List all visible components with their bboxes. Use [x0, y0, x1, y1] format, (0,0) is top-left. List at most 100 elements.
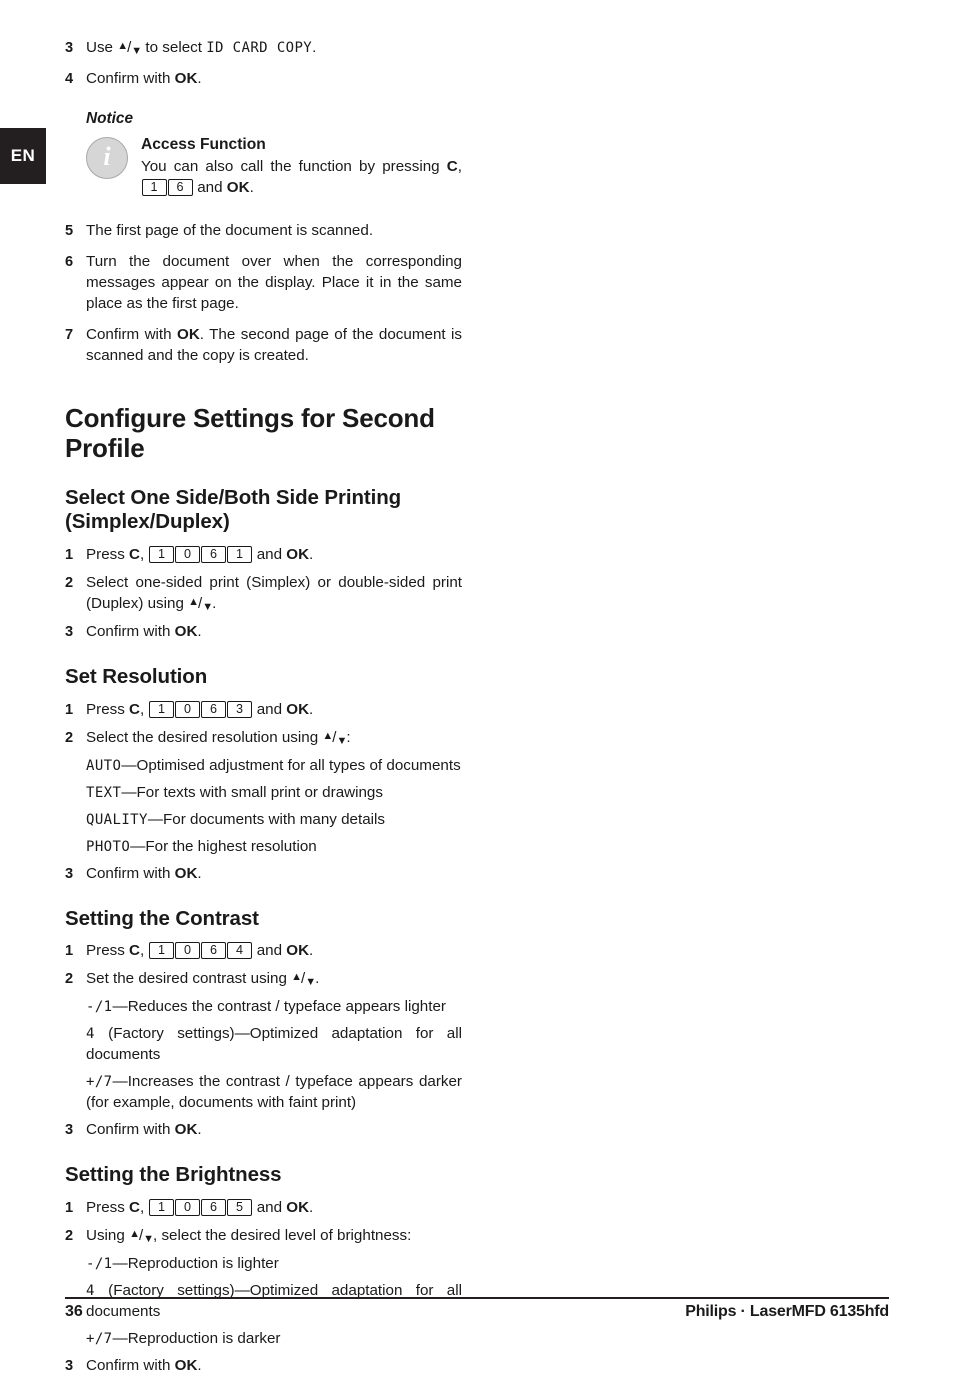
step-text: Press C, 1063 and OK. [86, 700, 314, 718]
option-dash: — [130, 837, 146, 855]
ok-key-label: OK [286, 942, 310, 960]
keycap-1: 1 [148, 1198, 174, 1216]
up-down-arrow-icon: ▲/▼ [291, 970, 316, 989]
section-heading-setting-brightness: Setting the Brightness [65, 1163, 282, 1187]
step-number: 3 [65, 1122, 74, 1139]
ok-key-label: OK [226, 179, 250, 197]
keycap-6: 6 [200, 1198, 226, 1216]
info-icon-glyph: i [103, 142, 111, 172]
ok-key-label: OK [286, 545, 310, 563]
option-dash: — [147, 810, 163, 828]
list-item: 7 Confirm with OK. The second page of th… [65, 325, 462, 367]
list-item: 1 Press C, 1064 and OK. [65, 941, 462, 962]
step-text-pre: Set the desired contrast using [86, 970, 292, 988]
option-dash: — [112, 1329, 128, 1347]
display-value: +/7 [86, 1330, 113, 1347]
option-description: For documents with many details [163, 810, 385, 828]
step-text-post: . [312, 39, 317, 56]
notice-comma: , [457, 158, 462, 176]
step-number: 3 [65, 40, 74, 56]
option-item: +/7—Reproduction is darker [86, 1329, 462, 1350]
list-item: 3 Use ▲/▼ to select ID CARD COPY. [65, 38, 462, 59]
step-text: Press C, 1061 and OK. [86, 545, 314, 563]
step-end: . [197, 623, 202, 640]
list-item: 2 Select the desired resolution using ▲/… [65, 728, 462, 749]
display-value: ID CARD COPY [206, 40, 313, 56]
section-heading-simplex-duplex: Select One Side/Both Side Printing (Simp… [65, 485, 402, 534]
option-dash: — [112, 998, 128, 1016]
list-item: 5 The first page of the document is scan… [65, 221, 462, 242]
keycap-0: 0 [174, 1198, 200, 1216]
step-text: Use ▲/▼ to select ID CARD COPY. [86, 38, 462, 59]
press-label: Press [86, 700, 130, 718]
footer: 36 Philips · LaserMFD 6135hfd [65, 1303, 889, 1321]
step-text: Confirm with OK. [86, 622, 462, 643]
keycap-1: 1 [141, 179, 167, 197]
step-number: 3 [65, 1357, 74, 1374]
section-heading-setting-contrast: Setting the Contrast [65, 906, 259, 930]
notice-block: Notice i Access Function You can also ca… [86, 110, 462, 199]
step-end: . [197, 1356, 202, 1374]
display-value: AUTO [86, 757, 122, 774]
ok-key-label: OK [174, 623, 198, 640]
up-down-arrow-icon: ▲/▼ [129, 1226, 154, 1245]
step-text-pre: Use [86, 39, 118, 56]
ok-key-label: OK [286, 700, 310, 718]
list-item: 1 Press C, 1061 and OK. [65, 545, 462, 566]
language-tab-label: EN [10, 146, 36, 165]
step-text-pre: Confirm with [86, 325, 177, 343]
option-description: Increases the contrast / typeface appear… [86, 1073, 462, 1112]
keycap-6: 6 [200, 700, 226, 718]
display-value: QUALITY [86, 811, 148, 828]
display-value: 4 [86, 1026, 95, 1043]
step-number: 2 [65, 729, 74, 746]
step-number: 1 [65, 943, 74, 960]
step-text-post: . [197, 70, 202, 88]
option-item: TEXT—For texts with small print or drawi… [86, 783, 462, 804]
page-number: 36 [65, 1303, 83, 1320]
confirm-label: Confirm with [86, 864, 175, 882]
footer-divider [65, 1297, 889, 1299]
step-text: Confirm with OK. [86, 1120, 462, 1141]
option-item: -/1—Reduces the contrast / typeface appe… [86, 997, 462, 1018]
display-value: -/1 [86, 1255, 113, 1272]
option-dash: — [112, 1073, 128, 1091]
list-item: 4 Confirm with OK. [65, 69, 462, 90]
list-item: 3 Confirm with OK. [65, 864, 462, 885]
step-number: 1 [65, 701, 74, 718]
option-mid: (Factory settings) [94, 1025, 235, 1043]
step-text: Using ▲/▼, select the desired level of b… [86, 1226, 462, 1247]
step-end: . [315, 970, 320, 988]
display-value: PHOTO [86, 838, 131, 855]
page-content: 3 Use ▲/▼ to select ID CARD COPY. 4 Conf… [65, 38, 462, 1384]
option-dash: — [112, 1254, 128, 1272]
option-description: For the highest resolution [145, 837, 317, 855]
option-description: Reproduction is darker [127, 1329, 281, 1347]
keycap-1: 1 [148, 942, 174, 960]
step-number: 1 [65, 1199, 74, 1216]
confirm-label: Confirm with [86, 623, 175, 640]
step-text-post: , select the desired level of brightness… [153, 1226, 412, 1244]
option-item: PHOTO—For the highest resolution [86, 837, 462, 858]
up-down-arrow-icon: ▲/▼ [188, 594, 213, 613]
step-text: Set the desired contrast using ▲/▼. [86, 969, 462, 990]
option-item: -/1—Reproduction is lighter [86, 1254, 462, 1275]
notice-label: Notice [86, 110, 134, 128]
display-value: TEXT [86, 784, 122, 801]
list-item: 6 Turn the document over when the corres… [65, 252, 462, 315]
keycap-0: 0 [174, 700, 200, 718]
step-end: . [309, 545, 314, 563]
ok-key-label: OK [174, 70, 198, 88]
notice-paragraph: You can also call the function by pressi… [141, 157, 462, 199]
ok-key-label: OK [174, 864, 198, 882]
option-item: 4 (Factory settings)—Optimized adaptatio… [86, 1024, 462, 1066]
step-text-pre: Using [86, 1226, 130, 1244]
section-heading-set-resolution: Set Resolution [65, 664, 208, 688]
step-number: 4 [65, 71, 74, 88]
keycap-6: 6 [167, 179, 193, 197]
step-number: 3 [65, 624, 74, 640]
step-number: 2 [65, 971, 74, 988]
option-description: Reduces the contrast / typeface appears … [127, 998, 446, 1016]
option-description: Reproduction is lighter [127, 1254, 279, 1272]
step-number: 1 [65, 546, 74, 563]
